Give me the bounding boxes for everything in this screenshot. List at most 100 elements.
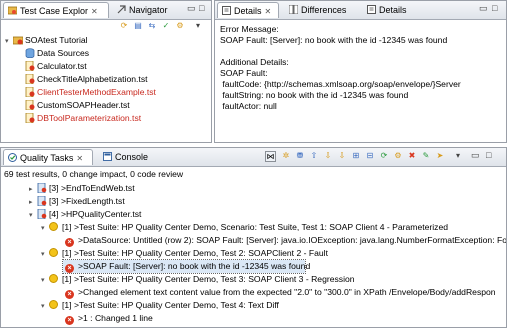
tools-icon[interactable]: ✎	[421, 151, 431, 161]
tab-test-case-explorer[interactable]: Test Case Explor ✕	[3, 2, 109, 18]
settings-icon[interactable]: ⚙	[393, 151, 403, 161]
filter-icon[interactable]: ⚙	[175, 21, 185, 31]
collapse-icon[interactable]: ▾	[41, 300, 49, 313]
test-file-icon	[25, 73, 35, 85]
tree-item-project[interactable]: ▾ SOAtest Tutorial	[5, 34, 88, 47]
details-pane: Details ✕ Differences Details ▭ □ Error M…	[214, 0, 507, 143]
link-icon[interactable]: ⇆	[147, 21, 157, 31]
tab-label: Navigator	[129, 5, 168, 15]
task-file-row[interactable]: ▸ [3] >EndToEndWeb.tst	[29, 182, 135, 195]
collapse-icon[interactable]: ▾	[41, 222, 49, 235]
next-icon[interactable]: ⇩	[337, 151, 347, 161]
task-error-row[interactable]: × >Changed element text content value fro…	[65, 286, 496, 299]
run-test-icon[interactable]: ✓	[161, 21, 171, 31]
test-file-icon	[37, 195, 47, 207]
tab-quality-tasks[interactable]: Quality Tasks ✕	[3, 149, 93, 165]
task-row-text: [3] >FixedLength.tst	[49, 196, 125, 206]
tab-details[interactable]: Details ✕	[217, 2, 279, 18]
quality-tasks-icon	[8, 151, 17, 162]
close-icon[interactable]: ✕	[91, 7, 98, 16]
task-row-text: >SOAP Fault: [Server]: no book with the …	[78, 261, 311, 271]
task-error-row-selected[interactable]: × >SOAP Fault: [Server]: no book with the…	[62, 259, 310, 274]
task-row-text: [1] >Test Suite: HP Quality Center Demo,…	[62, 274, 355, 284]
test-file-icon	[25, 86, 35, 98]
tree-item-file[interactable]: DBToolParameterization.tst	[25, 112, 141, 125]
expand-all-icon[interactable]: ⊞	[351, 151, 361, 161]
flag-icon[interactable]: ✲	[281, 151, 291, 161]
warning-icon	[49, 248, 58, 257]
minimize-icon[interactable]: ▭	[187, 3, 196, 14]
minimize-icon[interactable]: ▭	[471, 150, 480, 161]
explorer-icon	[7, 4, 18, 15]
test-case-explorer-pane: Test Case Explor ✕ Navigator ▭ □ ⟳ ▤ ⇆ ✓ …	[0, 0, 212, 143]
tree-item-data-sources[interactable]: Data Sources	[25, 47, 89, 60]
tree-item-label: CheckTitleAlphabetization.tst	[37, 74, 148, 84]
tree-item-file[interactable]: CheckTitleAlphabetization.tst	[25, 73, 148, 86]
refresh-icon[interactable]: ⟳	[119, 21, 129, 31]
collapse-icon[interactable]: ▾	[5, 35, 13, 48]
task-row-text: >DataSource: Untitled (row 2): SOAP Faul…	[78, 235, 507, 245]
quality-tasks-tabbar: Quality Tasks ✕ Console ⋈ ✲ ⛃ ⇧ ⇩ ⇩ ⊞ ⊟ ⟳…	[1, 148, 506, 167]
run-icon[interactable]: ➤	[435, 151, 445, 161]
tree-item-file[interactable]: ClientTesterMethodExample.tst	[25, 86, 156, 99]
tab-navigator[interactable]: Navigator	[113, 2, 177, 18]
results-summary: 69 test results, 0 change impact, 0 code…	[4, 169, 184, 179]
collapse-all-icon[interactable]: ⊟	[365, 151, 375, 161]
down-arrow-icon[interactable]: ⇩	[323, 151, 333, 161]
layout-icon[interactable]: ⋈	[265, 151, 276, 162]
explorer-tabbar: Test Case Explor ✕ Navigator ▭ □	[1, 1, 211, 20]
console-icon	[103, 150, 112, 161]
up-arrow-icon[interactable]: ⇧	[309, 151, 319, 161]
test-file-icon	[25, 99, 35, 111]
view-menu-icon[interactable]: ▾	[193, 21, 203, 31]
task-suite-row[interactable]: ▾ [1] >Test Suite: HP Quality Center Demo…	[41, 221, 448, 234]
task-file-row[interactable]: ▸ [3] >FixedLength.tst	[29, 195, 125, 208]
error-icon: ×	[65, 264, 74, 273]
tree-item-file[interactable]: CustomSOAPHeader.tst	[25, 99, 130, 112]
close-icon[interactable]: ✕	[76, 154, 83, 163]
warning-icon	[49, 300, 58, 309]
error-icon: ×	[65, 238, 74, 247]
filter-icon[interactable]: ⛃	[295, 151, 305, 161]
task-row-text: [1] >Test Suite: HP Quality Center Demo,…	[62, 300, 279, 310]
task-file-row[interactable]: ▾ [4] >HPQualityCenter.tst	[29, 208, 141, 221]
details-icon	[222, 4, 231, 15]
collapse-all-icon[interactable]: ▤	[133, 21, 143, 31]
test-file-icon	[25, 60, 35, 72]
collapse-icon[interactable]: ▾	[41, 274, 49, 287]
maximize-icon[interactable]: □	[199, 3, 204, 13]
task-row-text: [4] >HPQualityCenter.tst	[49, 209, 142, 219]
test-file-icon	[25, 112, 35, 124]
task-suite-row[interactable]: ▾ [1] >Test Suite: HP Quality Center Demo…	[41, 299, 279, 312]
task-error-row[interactable]: × >1 : Changed 1 line	[65, 312, 153, 325]
collapse-icon[interactable]: ▾	[41, 248, 49, 261]
task-suite-row[interactable]: ▾ [1] >Test Suite: HP Quality Center Demo…	[41, 247, 328, 260]
test-file-icon	[37, 208, 47, 220]
tab-console[interactable]: Console	[99, 149, 153, 165]
detail-line: SOAP Fault: [Server]: no book with the i…	[220, 35, 448, 45]
task-row-text: >1 : Changed 1 line	[78, 313, 153, 323]
maximize-icon[interactable]: □	[492, 3, 497, 13]
tree-item-label: Data Sources	[37, 48, 90, 58]
tab-label: Quality Tasks	[20, 153, 74, 163]
task-error-row[interactable]: × >DataSource: Untitled (row 2): SOAP Fau…	[65, 234, 507, 247]
delete-icon[interactable]: ✖	[407, 151, 417, 161]
tab-differences[interactable]: Differences	[285, 2, 357, 18]
tree-item-label: ClientTesterMethodExample.tst	[37, 87, 156, 97]
differences-icon	[288, 3, 299, 15]
tab-details-2[interactable]: Details	[363, 2, 419, 18]
tab-label: Details	[234, 6, 262, 16]
refresh-icon[interactable]: ⟳	[379, 151, 389, 161]
collapse-icon[interactable]: ▾	[29, 209, 37, 222]
details-tabbar: Details ✕ Differences Details ▭ □	[215, 1, 506, 20]
minimize-icon[interactable]: ▭	[479, 3, 488, 14]
view-menu-icon[interactable]: ▾	[453, 151, 463, 161]
details-icon	[367, 3, 376, 14]
tree-item-label: SOAtest Tutorial	[25, 35, 88, 45]
tree-item-file[interactable]: Calculator.tst	[25, 60, 87, 73]
maximize-icon[interactable]: □	[486, 150, 491, 160]
warning-icon	[49, 222, 58, 231]
task-suite-row[interactable]: ▾ [1] >Test Suite: HP Quality Center Demo…	[41, 273, 355, 286]
close-icon[interactable]: ✕	[265, 7, 272, 16]
task-row-text: [1] >Test Suite: HP Quality Center Demo,…	[62, 222, 449, 232]
